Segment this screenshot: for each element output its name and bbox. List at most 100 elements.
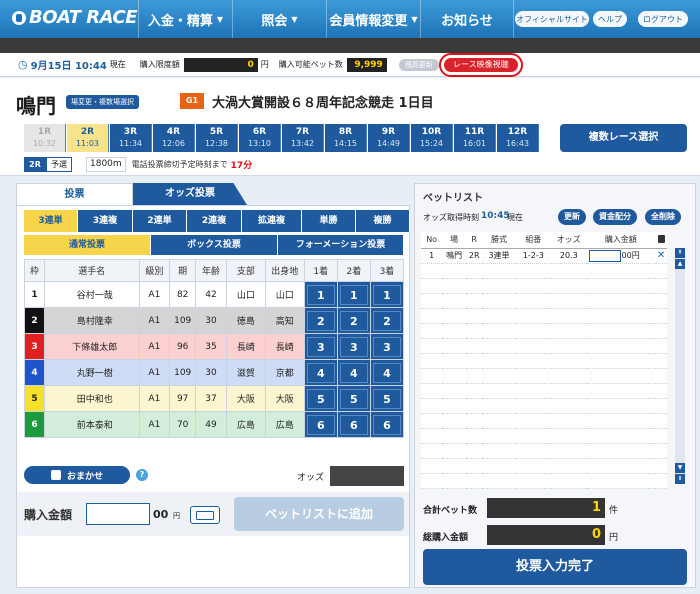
pick-2-button[interactable]: 4 (339, 362, 368, 383)
col-0: 枠 (23, 259, 46, 282)
pick-3-button[interactable]: 6 (372, 414, 401, 435)
scroll-up-icon[interactable]: ▲ (675, 259, 685, 269)
bet-type-3[interactable]: 2連複 (187, 210, 242, 232)
help-icon[interactable]: ? (136, 469, 148, 481)
pick-1-button[interactable]: 1 (306, 284, 335, 305)
pick-1-button[interactable]: 3 (306, 336, 335, 357)
bet-amount-input[interactable] (588, 249, 621, 262)
race-tab-1r[interactable]: 1R 10:32 (24, 124, 66, 152)
pick-2-button[interactable]: 6 (339, 414, 368, 435)
race-tab-12r[interactable]: 12R 16:43 (497, 124, 539, 152)
nav-inquiry[interactable]: 照会 ▼ (232, 0, 326, 38)
submit-vote-button[interactable]: 投票入力完了 (423, 549, 687, 585)
change-venue-button[interactable]: 場変更・複数場選択 (66, 95, 139, 109)
empty-cell (586, 353, 656, 369)
bet-type-6[interactable]: 複勝 (356, 210, 410, 232)
pick-2-button[interactable]: 2 (339, 310, 368, 331)
vote-mode-2[interactable]: フォーメーション投票 (278, 235, 404, 255)
empty-cell (551, 293, 587, 309)
official-site-button[interactable]: オフィシャルサイト (515, 11, 589, 27)
pick-3-button[interactable]: 3 (372, 336, 401, 357)
race-tab-5r[interactable]: 5R 12:38 (196, 124, 238, 152)
race-tab-8r[interactable]: 8R 14:15 (325, 124, 367, 152)
pick-cell: 5 (336, 385, 371, 412)
tab-odds-vote[interactable]: オッズ投票 (133, 183, 247, 205)
pick-2-button[interactable]: 1 (339, 284, 368, 305)
col-8: 2着 (336, 259, 371, 282)
bet-type-1[interactable]: 3連複 (78, 210, 133, 232)
logout-button[interactable]: ログアウト (638, 11, 688, 27)
keyboard-icon[interactable] (190, 506, 220, 524)
empty-cell (586, 263, 656, 279)
racer-branch: 広島 (225, 411, 266, 438)
pick-3-button[interactable]: 4 (372, 362, 401, 383)
tab-vote[interactable]: 投票 (16, 183, 133, 205)
trash-icon[interactable] (655, 232, 667, 249)
nav-member[interactable]: 会員情報変更 ▼ (326, 0, 420, 38)
race-tab-9r[interactable]: 9R 14:49 (368, 124, 410, 152)
pick-1-button[interactable]: 2 (306, 310, 335, 331)
purchase-row: 購入金額 00 円 ベットリストに追加 (17, 492, 409, 536)
scroll-bottom-icon[interactable]: ⇟ (675, 474, 685, 484)
race-tab-11r[interactable]: 11R 16:01 (454, 124, 496, 152)
bet-type-2[interactable]: 2連単 (133, 210, 187, 232)
empty-cell (421, 278, 443, 294)
race-tab-time: 10:32 (32, 139, 57, 148)
nav-notice[interactable]: お知らせ (420, 0, 514, 38)
racer-age: 30 (195, 359, 227, 386)
bet-type-4[interactable]: 拡連複 (242, 210, 302, 232)
bet-type-0[interactable]: 3連単 (24, 210, 78, 232)
race-tab-time: 14:49 (376, 139, 401, 148)
chevron-down-icon: ▼ (216, 14, 224, 24)
vote-mode-0[interactable]: 通常投票 (24, 235, 151, 255)
empty-cell (482, 278, 516, 294)
race-tab-2r[interactable]: 2R 11:03 (67, 124, 109, 152)
reload-balance-button[interactable]: 残高更新 (398, 58, 439, 71)
racer-age: 30 (195, 307, 227, 334)
pick-3-button[interactable]: 5 (372, 388, 401, 409)
refresh-button[interactable]: 更新 (558, 209, 586, 225)
bet-list-scrollbar[interactable]: ⇞ ▲ ▼ ⇟ (675, 248, 685, 484)
race-tab-7r[interactable]: 7R 13:42 (282, 124, 324, 152)
scroll-top-icon[interactable]: ⇞ (675, 248, 685, 258)
empty-cell (482, 308, 516, 324)
help-button[interactable]: ヘルプ (593, 11, 627, 27)
bet-col-3: 勝式 (482, 232, 516, 249)
scroll-down-icon[interactable]: ▼ (675, 463, 685, 473)
fund-distribution-button[interactable]: 資金配分 (593, 209, 637, 225)
multi-race-button[interactable]: 複数レース選択 (560, 124, 687, 152)
empty-cell (586, 368, 656, 384)
pick-2-button[interactable]: 3 (339, 336, 368, 357)
delete-bet-icon[interactable]: ✕ (657, 250, 665, 261)
pick-1-button[interactable]: 6 (306, 414, 335, 435)
pick-1-button[interactable]: 4 (306, 362, 335, 383)
chevron-down-icon: ▼ (411, 14, 418, 24)
race-tab-6r[interactable]: 6R 13:10 (239, 124, 281, 152)
race-tab-3r[interactable]: 3R 11:34 (110, 124, 152, 152)
empty-cell (655, 428, 667, 444)
race-tab-4r[interactable]: 4R 12:06 (153, 124, 195, 152)
racer-table: 枠選手名 級別期年齢 支部 出身地 1着 2着 3着 1 谷村一哉 A1 82 42 山口 山口 1 1 1 2… (23, 259, 405, 438)
boatrace-logo[interactable]: BOAT RACE (12, 7, 138, 28)
col-5: 支部 (225, 259, 266, 282)
pick-1-button[interactable]: 5 (306, 388, 335, 409)
add-to-betlist-button[interactable]: ベットリストに追加 (234, 497, 404, 531)
race-tab-10r[interactable]: 10R 15:24 (411, 124, 453, 152)
empty-cell (482, 398, 516, 414)
empty-cell (482, 428, 516, 444)
empty-cell (421, 293, 443, 309)
race-video-button[interactable]: レース映像視聴 (438, 52, 523, 77)
buy-amount-input[interactable] (86, 503, 150, 525)
pick-cell: 2 (336, 307, 371, 334)
pick-3-button[interactable]: 1 (372, 284, 401, 305)
pick-3-button[interactable]: 2 (372, 310, 401, 331)
vote-mode-1[interactable]: ボックス投票 (151, 235, 278, 255)
bet-type-5[interactable]: 単勝 (302, 210, 356, 232)
race-tab-number: 5R (209, 127, 224, 137)
omakase-button[interactable]: おまかせ (24, 466, 130, 484)
nav-deposit[interactable]: 入金・精算 ▼ (138, 0, 232, 38)
empty-cell (655, 383, 667, 399)
bet-list-header: No 場 R 勝式 組番 オッズ 購入金額 (421, 232, 667, 249)
clear-all-button[interactable]: 全削除 (645, 209, 681, 225)
pick-2-button[interactable]: 5 (339, 388, 368, 409)
